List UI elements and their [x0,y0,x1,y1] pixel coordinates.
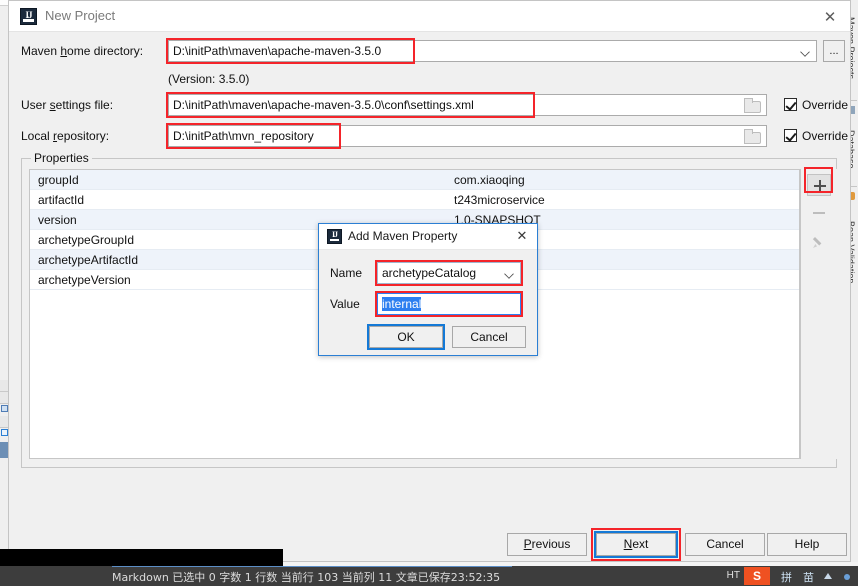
property-key: archetypeVersion [38,273,131,287]
label-part-1: Maven [21,44,61,58]
btn-part-2: revious [531,537,571,551]
windows-taskbar: Markdown 已选中 0 字数 1 行数 当前行 103 当前列 11 文章… [0,566,858,586]
input-method-badge[interactable]: HT [727,570,740,581]
property-key: archetypeArtifactId [38,253,139,267]
property-name-combobox[interactable]: archetypeCatalog [377,262,521,284]
properties-toolbar [800,169,837,459]
chevron-down-icon[interactable] [502,263,518,283]
table-row[interactable]: artifactId t243microservice [30,190,799,210]
label-part-2: ettings file: [55,98,114,112]
label-part-2: ome directory: [67,44,144,58]
show-hidden-icons-icon[interactable] [824,573,832,579]
minus-icon [807,202,831,224]
label-part-2: epository: [57,129,110,143]
property-value: com.xiaoqing [454,173,525,187]
intellij-idea-icon: IJ [327,229,342,244]
property-value-selected-text: internal [382,297,422,311]
override-local-repository-label: Override [802,129,849,143]
screenshot-root: Maven Projects Database Bean Validation … [0,0,858,586]
property-name-label: Name [330,266,363,280]
ime-mode-icon[interactable]: 拼 [781,569,792,585]
tray-status-icon[interactable] [844,574,850,580]
property-value-label: Value [330,297,360,311]
user-settings-file-input[interactable]: D:\initPath\maven\apache-maven-3.5.0\con… [168,94,767,116]
previous-button[interactable]: Previous [507,533,587,556]
label-part-1: User [21,98,50,112]
override-user-settings-checkbox[interactable] [784,98,797,111]
override-user-settings-label: Override [802,98,849,112]
maven-version-note: (Version: 3.5.0) [168,72,250,86]
app-icon-text: IJ [331,230,338,239]
close-icon[interactable]: ✕ [512,227,532,247]
sogou-pinyin-icon[interactable]: S [744,567,770,585]
plus-icon[interactable] [807,174,831,196]
desktop-black-area [0,549,283,566]
help-button[interactable]: Help [767,533,847,556]
page-title: New Project [45,8,116,23]
intellij-idea-icon: IJ [20,8,37,25]
pencil-icon [807,230,831,252]
override-local-repository-checkbox[interactable] [784,129,797,142]
editor-status-text: Markdown 已选中 0 字数 1 行数 当前行 103 当前列 11 文章… [112,571,501,584]
local-repository-label: Local repository: [21,129,109,143]
close-icon[interactable]: ✕ [818,6,842,28]
btn-part-2: ext [632,537,649,551]
chevron-down-icon[interactable] [798,41,814,61]
btn-mnemonic: P [523,537,532,551]
folder-browse-icon[interactable] [744,129,761,144]
property-key: archetypeGroupId [38,233,135,247]
property-key: artifactId [38,193,85,207]
property-key: version [38,213,77,227]
browse-maven-home-button[interactable]: ... [823,40,845,62]
label-part-1: Local [21,129,54,143]
next-button[interactable]: Next [596,533,676,556]
add-maven-property-dialog: IJ Add Maven Property ✕ Name archetypeCa… [318,223,538,356]
property-key: groupId [38,173,79,187]
folder-browse-icon[interactable] [744,98,761,113]
properties-group-title: Properties [31,151,92,165]
property-value: t243microservice [454,193,545,207]
add-maven-property-titlebar: IJ Add Maven Property ✕ [319,224,537,250]
status-bar-underline [112,566,512,567]
ime-toolbox-icon[interactable]: 苗 [803,569,814,585]
new-project-titlebar: IJ New Project ✕ [9,1,850,32]
add-maven-property-title: Add Maven Property [348,229,458,243]
ok-button[interactable]: OK [369,326,443,348]
user-settings-file-label: User settings file: [21,98,113,112]
maven-home-directory-label: Maven home directory: [21,44,143,58]
property-value-input[interactable]: internal [377,293,521,315]
cancel-button[interactable]: Cancel [452,326,526,348]
maven-home-directory-input[interactable]: D:\initPath\maven\apache-maven-3.5.0 [168,40,817,62]
cancel-button[interactable]: Cancel [685,533,765,556]
local-repository-input[interactable]: D:\initPath\mvn_repository [168,125,767,147]
table-row[interactable]: groupId com.xiaoqing [30,170,799,190]
